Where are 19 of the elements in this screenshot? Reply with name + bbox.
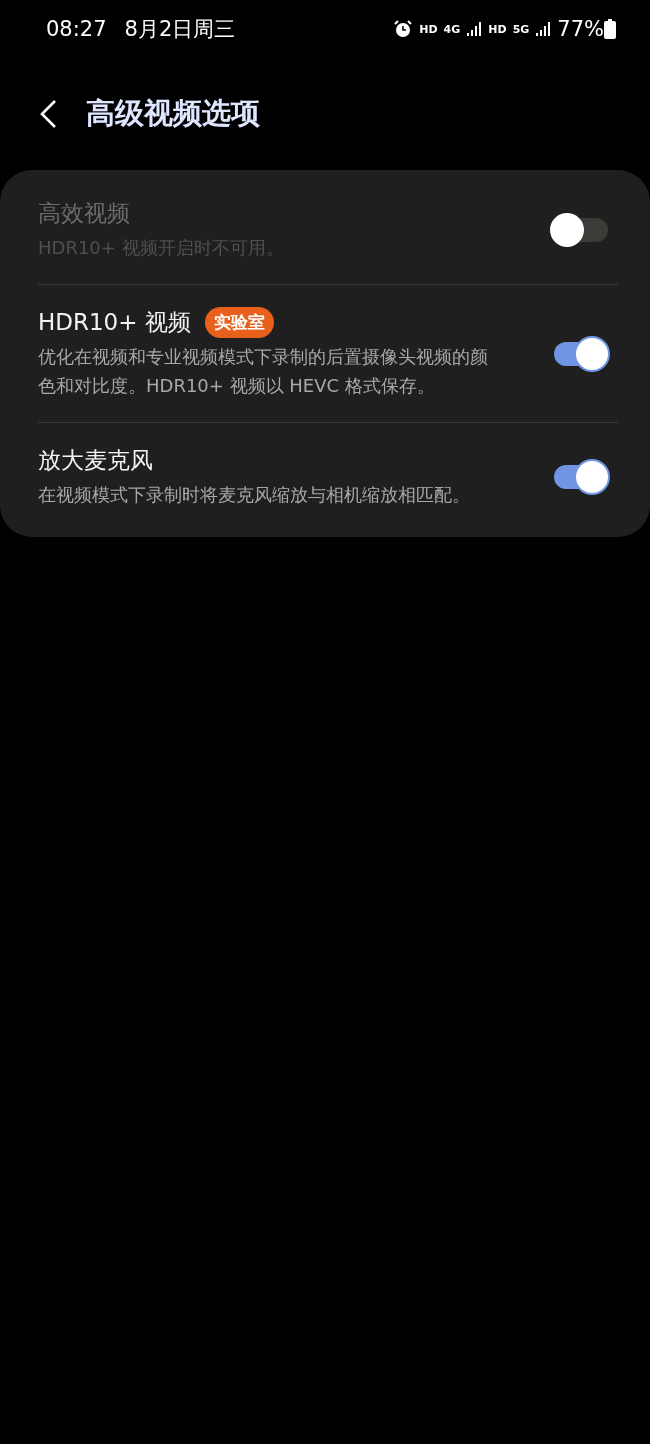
network-indicator: 4G (443, 22, 461, 36)
battery-percent: 77% (557, 17, 604, 41)
battery-icon (604, 19, 616, 39)
setting-description: 在视频模式下录制时将麦克风缩放与相机缩放相匹配。 (38, 483, 471, 507)
network-indicator: HD (488, 22, 507, 36)
lab-badge: 实验室 (204, 307, 274, 338)
page-title: 高级视频选项 (86, 95, 260, 132)
setting-title: HDR10+ 视频 (38, 308, 191, 337)
back-icon[interactable] (38, 99, 58, 129)
network-indicator: HD (419, 22, 438, 36)
setting-title: 放大麦克风 (38, 446, 153, 475)
setting-title: 高效视频 (38, 199, 130, 228)
alarm-icon (393, 19, 414, 39)
signal-icon (535, 21, 552, 37)
status-date: 8月2日周三 (124, 16, 236, 43)
status-time: 08:27 (46, 17, 107, 41)
setting-description: 优化在视频和专业视频模式下录制的后置摄像头视频的颜色和对比度。HDR10+ 视频以 HEVC 格式保存。 (38, 345, 488, 398)
signal-icon (466, 21, 483, 37)
network-indicator: 5G (512, 22, 530, 36)
